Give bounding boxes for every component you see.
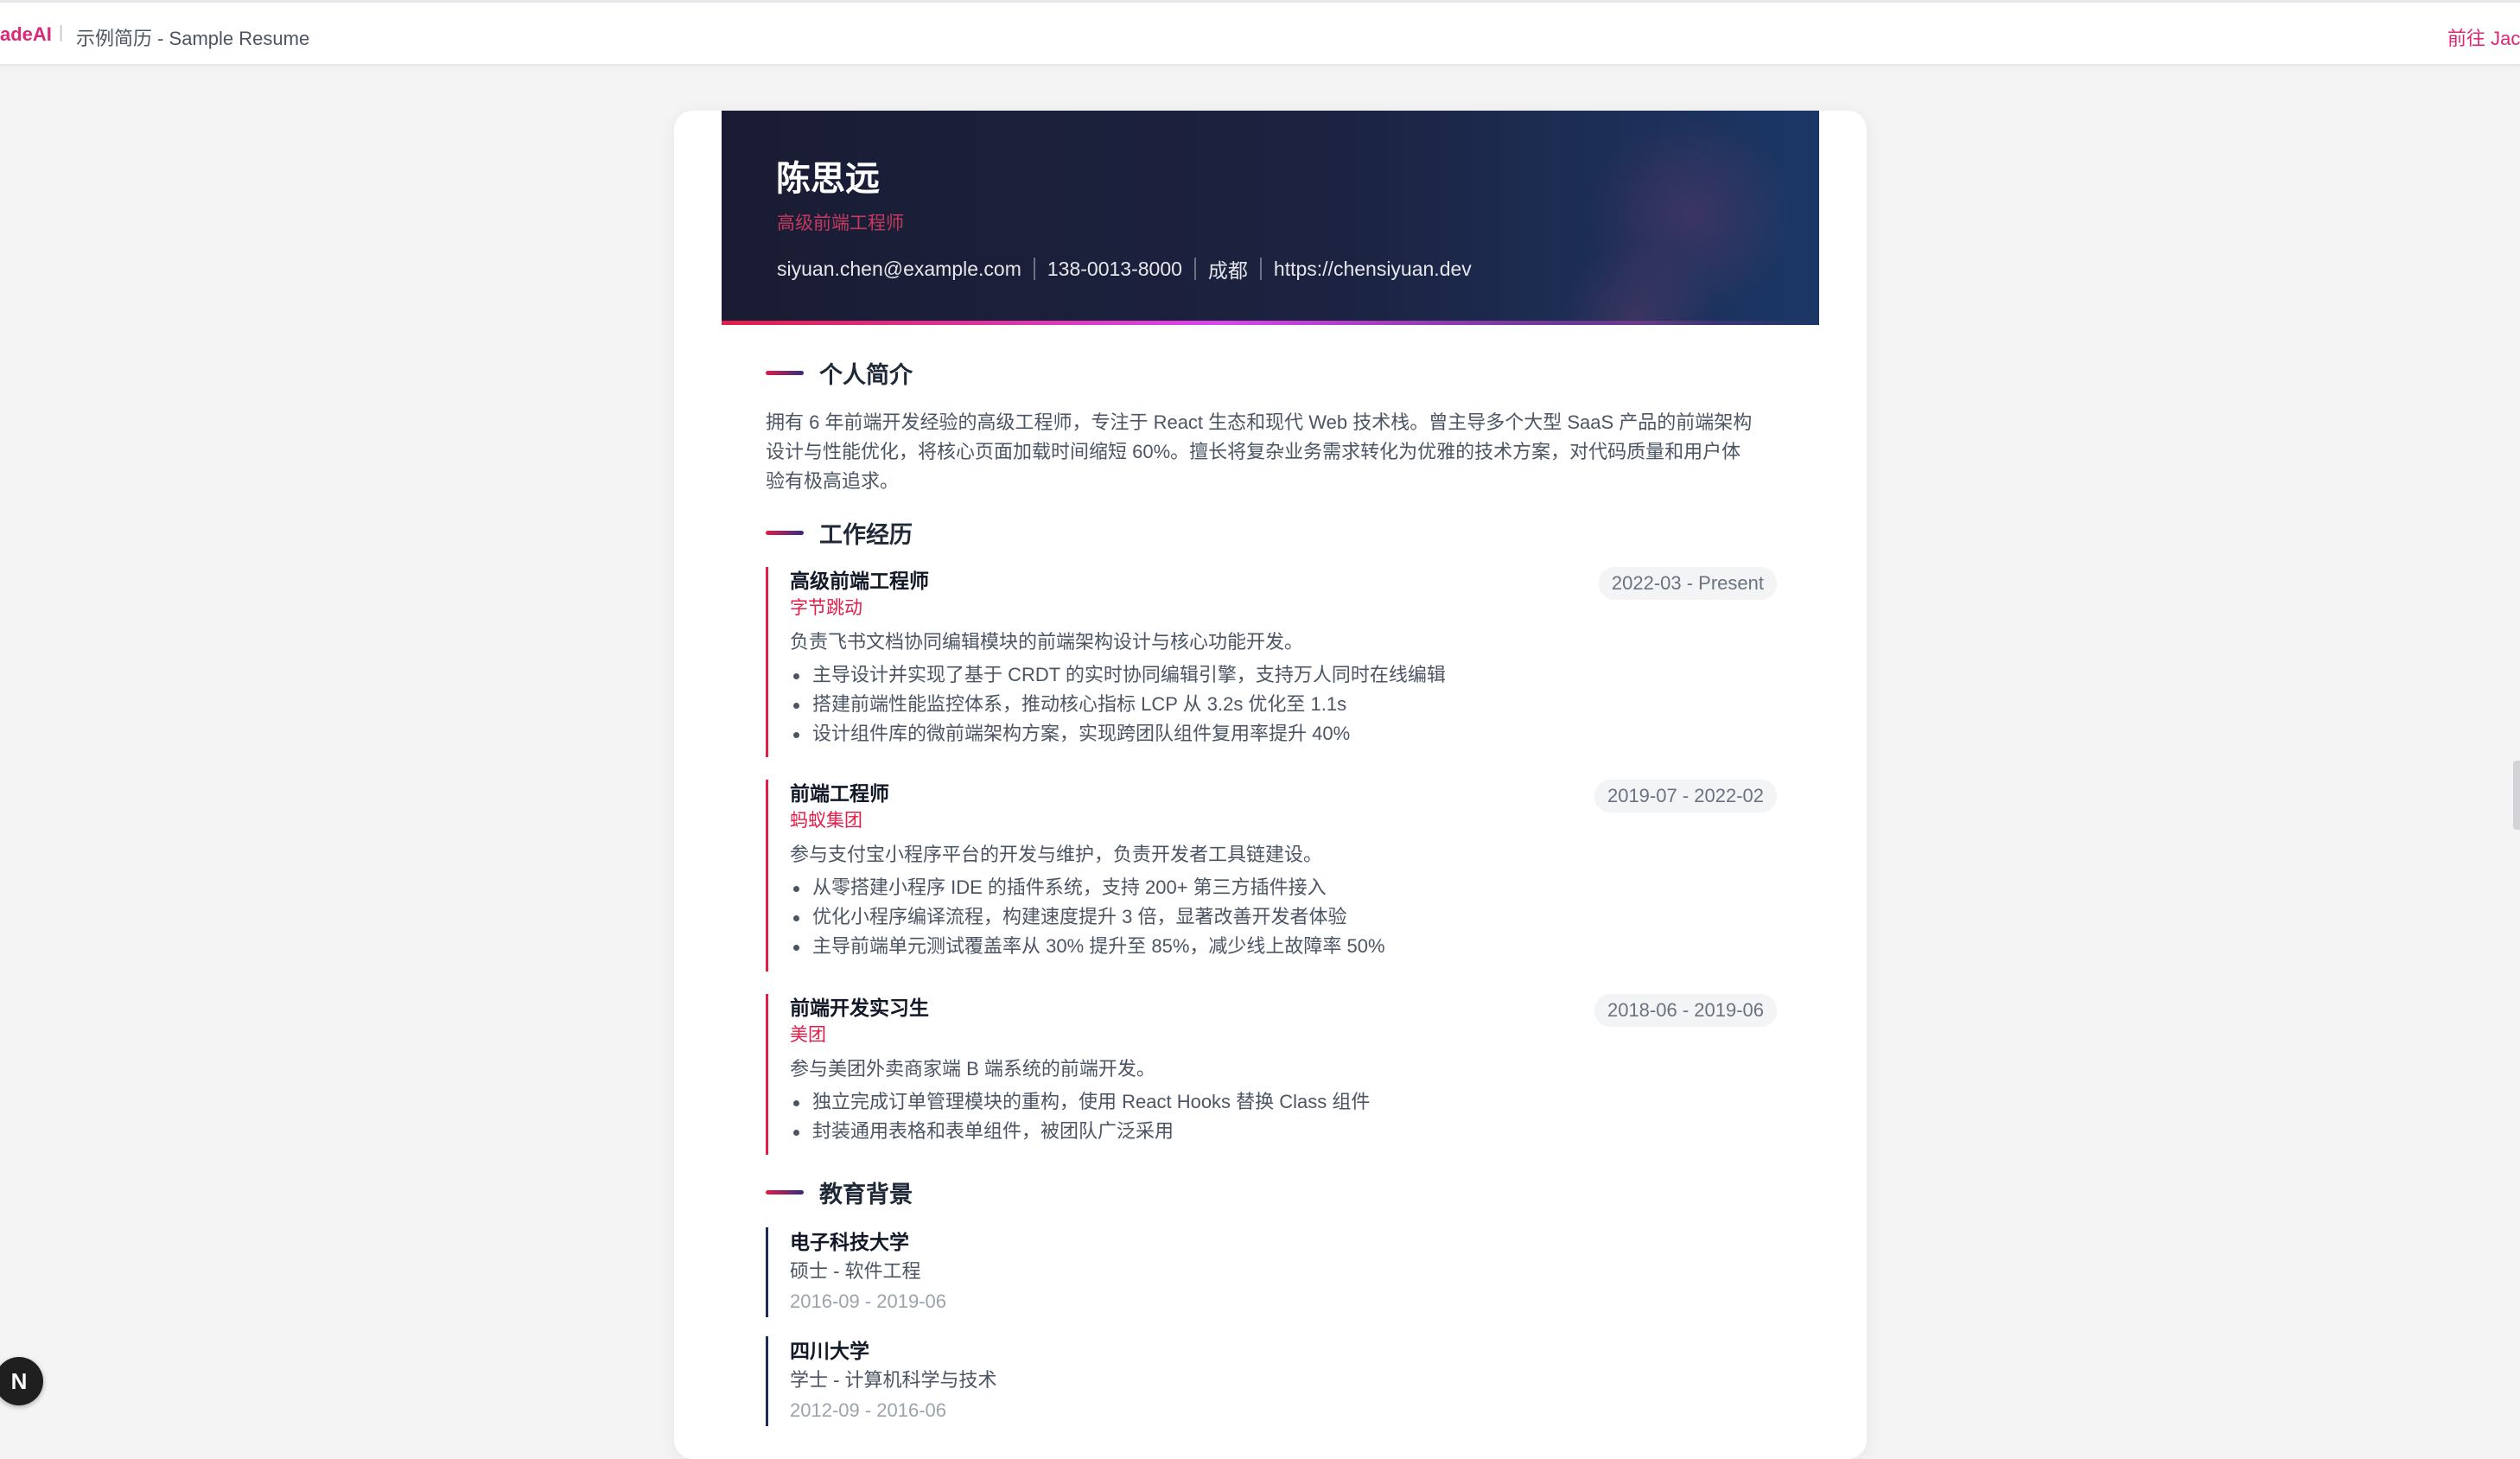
contact-city: 成都: [1207, 259, 1248, 282]
contact-divider: [1033, 258, 1035, 280]
section-bar-icon: [766, 1190, 804, 1195]
contact-phone: 138-0013-8000: [1047, 257, 1182, 280]
edu-school: 四川大学: [790, 1340, 869, 1362]
goto-link[interactable]: 前往 Jac: [2447, 23, 2520, 51]
experience-item: 高级前端工程师 字节跳动 负责飞书文档协同编辑模块的前端架构设计与核心功能开发。…: [766, 567, 1777, 757]
job-bullet: 主导前端单元测试覆盖率从 30% 提升至 85%，减少线上故障率 50%: [790, 932, 1777, 961]
job-description: 参与美团外卖商家端 B 端系统的前端开发。: [790, 1058, 1155, 1080]
section-title-education: 教育背景: [766, 1175, 913, 1209]
job-description: 负责飞书文档协同编辑模块的前端架构设计与核心功能开发。: [790, 631, 1304, 653]
contact-info: siyuan.chen@example.com 138-0013-8000 成都…: [777, 254, 1472, 284]
contact-website[interactable]: https://chensiyuan.dev: [1274, 258, 1472, 281]
job-bullets: 独立完成订单管理模块的重构，使用 React Hooks 替换 Class 组件…: [790, 1087, 1777, 1146]
top-bar: adeAI | 示例简历 - Sample Resume 前往 Jac: [0, 0, 2520, 66]
section-title-summary: 个人简介: [766, 356, 913, 390]
scroll-edge-handle[interactable]: [2513, 761, 2520, 830]
breadcrumb-separator: |: [59, 23, 64, 42]
section-title-experience: 工作经历: [766, 516, 913, 550]
job-bullet: 主导设计并实现了基于 CRDT 的实时协同编辑引擎，支持万人同时在线编辑: [790, 660, 1777, 690]
job-bullet: 独立完成订单管理模块的重构，使用 React Hooks 替换 Class 组件: [790, 1087, 1777, 1117]
education-item: 电子科技大学 硕士 - 软件工程 2016-09 - 2019-06: [766, 1227, 946, 1317]
resume-title: 高级前端工程师: [777, 213, 904, 233]
job-bullet: 搭建前端性能监控体系，推动核心指标 LCP 从 3.2s 优化至 1.1s: [790, 690, 1777, 719]
education-item: 四川大学 学士 - 计算机科学与技术 2012-09 - 2016-06: [766, 1336, 997, 1426]
n-badge-icon[interactable]: N: [0, 1357, 43, 1405]
edu-period: 2012-09 - 2016-06: [790, 1399, 947, 1421]
job-bullets: 主导设计并实现了基于 CRDT 的实时协同编辑引擎，支持万人同时在线编辑 搭建前…: [790, 660, 1777, 749]
job-period-badge: 2022-03 - Present: [1598, 567, 1777, 600]
job-description: 参与支付宝小程序平台的开发与维护，负责开发者工具链建设。: [790, 844, 1323, 865]
job-bullet: 优化小程序编译流程，构建速度提升 3 倍，显著改善开发者体验: [790, 902, 1777, 932]
section-bar-icon: [766, 531, 804, 535]
contact-email[interactable]: siyuan.chen@example.com: [777, 258, 1021, 281]
experience-item: 前端工程师 蚂蚁集团 参与支付宝小程序平台的开发与维护，负责开发者工具链建设。 …: [766, 780, 1777, 972]
job-period-badge: 2018-06 - 2019-06: [1594, 994, 1777, 1027]
edu-period: 2016-09 - 2019-06: [790, 1290, 947, 1312]
contact-divider: [1193, 258, 1196, 280]
job-bullet: 从零搭建小程序 IDE 的插件系统，支持 200+ 第三方插件接入: [790, 873, 1777, 902]
experience-item: 前端开发实习生 美团 参与美团外卖商家端 B 端系统的前端开发。 独立完成订单管…: [766, 994, 1777, 1155]
job-bullets: 从零搭建小程序 IDE 的插件系统，支持 200+ 第三方插件接入 优化小程序编…: [790, 873, 1777, 961]
brand-logo[interactable]: adeAI: [0, 23, 52, 46]
resume-name: 陈思远: [776, 160, 880, 198]
edu-degree: 硕士 - 软件工程: [790, 1260, 921, 1282]
job-bullet: 设计组件库的微前端架构方案，实现跨团队组件复用率提升 40%: [790, 719, 1777, 749]
contact-divider: [1259, 258, 1262, 280]
section-bar-icon: [766, 371, 804, 375]
summary-text: 拥有 6 年前端开发经验的高级工程师，专注于 React 生态和现代 Web 技…: [766, 411, 1753, 492]
edu-degree: 学士 - 计算机科学与技术: [790, 1369, 997, 1391]
edu-school: 电子科技大学: [790, 1231, 909, 1253]
job-period-badge: 2019-07 - 2022-02: [1594, 780, 1777, 812]
job-bullet: 封装通用表格和表单组件，被团队广泛采用: [790, 1117, 1777, 1146]
page-breadcrumb: 示例简历 - Sample Resume: [76, 28, 310, 49]
header-accent-line: [722, 321, 1819, 325]
